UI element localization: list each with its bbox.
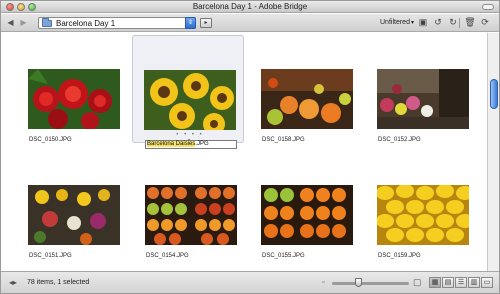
compact-mode-button[interactable]: ▭ — [481, 277, 493, 288]
back-arrow-icon[interactable]: ◀ — [6, 18, 15, 27]
rotate-right-icon[interactable]: ↻ — [447, 17, 459, 28]
thumbnail-image[interactable] — [145, 185, 237, 245]
thumbnail-size-slider[interactable] — [332, 282, 409, 285]
thumbnail-filename[interactable]: DSC_0158.JPG — [262, 136, 305, 144]
versions-view-button[interactable]: ▥ — [468, 277, 480, 288]
rotate-left-icon[interactable]: ↺ — [432, 17, 444, 28]
thumbnail-filename[interactable]: DSC_0154.JPG — [146, 252, 189, 260]
refresh-icon[interactable]: ⟳ — [479, 17, 491, 28]
panel-toggle-icon[interactable]: ◂▸ — [8, 278, 18, 287]
folder-icon — [42, 18, 52, 27]
trash-icon[interactable]: 🗑 — [464, 17, 476, 28]
thumbnail-filename[interactable]: DSC_0151.JPG — [29, 252, 72, 260]
vertical-scrollbar[interactable] — [487, 33, 499, 271]
filename-rename-input[interactable]: Barcelona Daisies.JPG — [145, 140, 237, 149]
thumbnail-image[interactable] — [377, 185, 469, 245]
folder-path-label: Barcelona Day 1 — [56, 19, 116, 28]
thumbnail-item[interactable]: DSC_0152.JPG — [362, 35, 474, 143]
thumbnail-item[interactable]: DSC_0158.JPG — [246, 35, 358, 143]
filename-extension: .JPG — [195, 141, 209, 147]
details-view-button[interactable]: ☰ — [455, 277, 467, 288]
forward-arrow-icon[interactable]: ▶ — [19, 18, 28, 27]
bridge-window: Barcelona Day 1 - Adobe Bridge ◀ ▶ Barce… — [0, 0, 500, 294]
thumbnail-image[interactable] — [28, 185, 120, 245]
thumbnail-image[interactable] — [28, 69, 120, 129]
thumbnail-image[interactable] — [261, 185, 353, 245]
scrollbar-thumb[interactable] — [490, 79, 498, 109]
thumbnail-image[interactable] — [261, 69, 353, 129]
thumbnail-filename[interactable]: DSC_0159.JPG — [378, 252, 421, 260]
thumbnail-item[interactable]: DSC_0154.JPG — [130, 149, 242, 260]
chevron-updown-icon[interactable]: ⇕ — [185, 17, 196, 29]
thumbnail-filename[interactable]: DSC_0150.JPG — [29, 136, 72, 144]
filmstrip-view-button[interactable]: ▤ — [442, 277, 454, 288]
filename-selected-text: Barcelona Daisies — [147, 141, 196, 147]
thumbnail-size-slider-knob[interactable] — [355, 278, 362, 287]
thumbnail-filename[interactable]: DSC_0155.JPG — [262, 252, 305, 260]
go-up-folder-button[interactable]: ▸ — [200, 18, 212, 28]
toolbar-toggle-button[interactable] — [482, 4, 494, 10]
thumbnail-image[interactable] — [377, 69, 469, 129]
item-count-text: 78 items, 1 selected — [27, 279, 90, 286]
thumbnail-item-selected[interactable]: • • • • • Barcelona Daisies.JPG — [132, 35, 244, 149]
thumbnail-image[interactable] — [144, 70, 236, 130]
thumbnail-item[interactable]: DSC_0159.JPG — [362, 149, 474, 260]
toolbar-divider — [459, 18, 460, 28]
thumbnail-item[interactable]: DSC_0151.JPG — [13, 149, 125, 260]
large-thumbnail-icon: ▢ — [413, 277, 422, 287]
filter-label: Unfiltered — [380, 19, 410, 26]
thumbnail-grid: DSC_0150.JPG • • • • • Barcelona Daisi — [1, 33, 487, 271]
thumbnail-item[interactable]: DSC_0150.JPG — [13, 35, 125, 143]
window-title: Barcelona Day 1 - Adobe Bridge — [192, 2, 308, 11]
folder-path-dropdown[interactable]: Barcelona Day 1 ⇕ — [38, 17, 196, 29]
thumbnails-view-button[interactable]: ▦ — [429, 277, 441, 288]
toolbar: ◀ ▶ Barcelona Day 1 ⇕ ▸ Unfiltered▾ ▣ ↺ … — [1, 14, 499, 32]
filter-menu[interactable]: Unfiltered▾ — [380, 18, 414, 28]
status-bar: ◂▸ 78 items, 1 selected ▫ ▢ ▦ ▤ ☰ ▥ ▭ — [1, 271, 499, 293]
small-thumbnail-icon: ▫ — [322, 279, 325, 286]
new-folder-icon[interactable]: ▣ — [417, 17, 429, 28]
chevron-down-icon: ▾ — [410, 20, 414, 26]
title-bar[interactable]: Barcelona Day 1 - Adobe Bridge — [1, 1, 499, 13]
thumbnail-item[interactable]: DSC_0155.JPG — [246, 149, 358, 260]
thumbnail-filename[interactable]: DSC_0152.JPG — [378, 136, 421, 144]
